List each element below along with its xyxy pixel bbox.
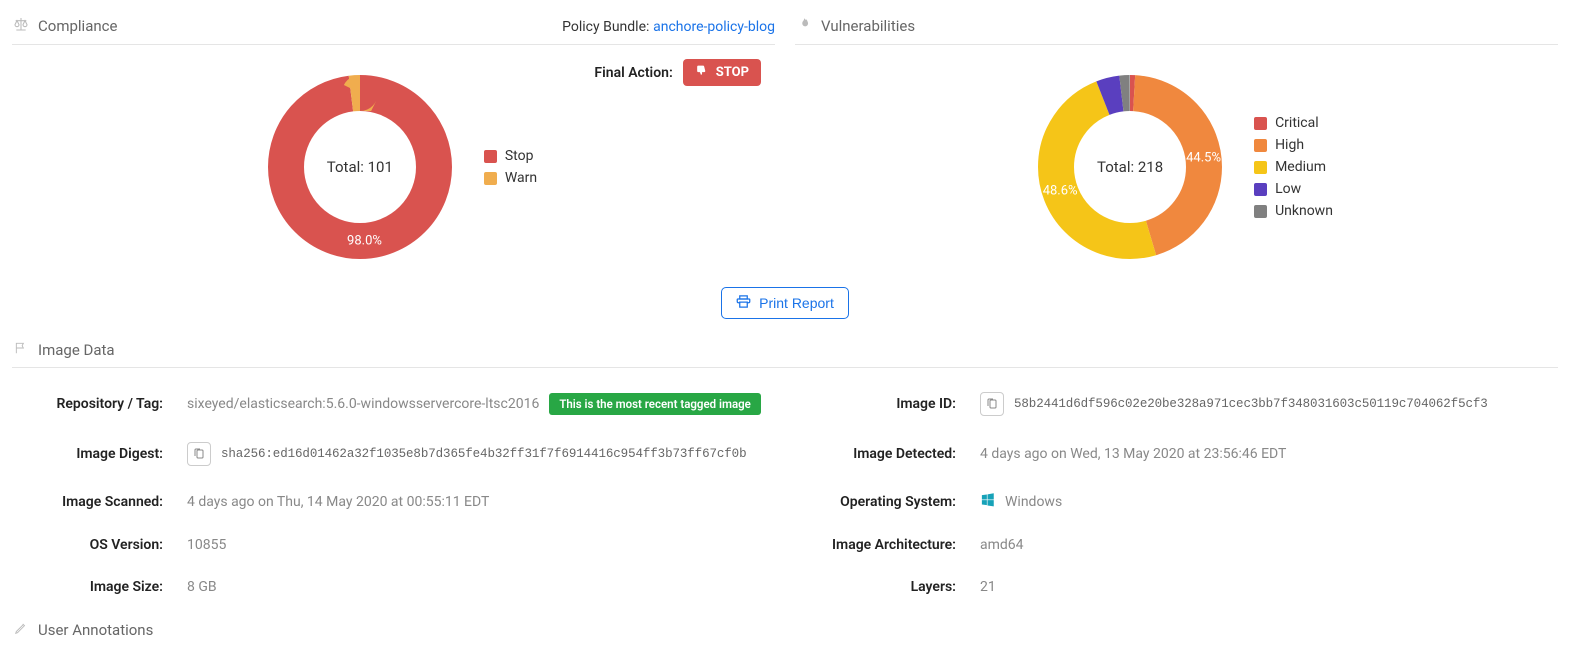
legend-label-medium: Medium	[1275, 159, 1326, 175]
value-scanned: 4 days ago on Thu, 14 May 2020 at 00:55:…	[187, 494, 489, 510]
swatch-high	[1254, 139, 1267, 152]
copy-image-id-button[interactable]	[980, 392, 1004, 416]
policy-bundle-label: Policy Bundle:	[562, 19, 649, 35]
vulnerabilities-panel: Vulnerabilities Total: 218 44.5%48.6% Cr…	[795, 10, 1558, 283]
vulnerabilities-header: Vulnerabilities	[795, 10, 1558, 45]
thumbs-down-icon	[695, 64, 708, 81]
compliance-title: Compliance	[38, 17, 117, 35]
legend-item-low: Low	[1254, 181, 1333, 197]
label-size: Image Size:	[12, 579, 187, 595]
swatch-medium	[1254, 161, 1267, 174]
value-layers: 21	[980, 579, 996, 595]
swatch-unknown	[1254, 205, 1267, 218]
compliance-chart-area: Final Action: STOP Total: 101 98.0% Stop	[12, 45, 775, 283]
row-repo-tag: Repository / Tag: sixeyed/elasticsearch:…	[12, 392, 765, 416]
legend-item-unknown: Unknown	[1254, 203, 1333, 219]
swatch-low	[1254, 183, 1267, 196]
final-action-label: Final Action:	[594, 65, 672, 81]
compliance-header: Compliance Policy Bundle: anchore-policy…	[12, 10, 775, 45]
value-os: Windows	[1005, 494, 1062, 510]
label-detected: Image Detected:	[805, 446, 980, 462]
legend-item-warn: Warn	[484, 170, 537, 186]
label-digest: Image Digest:	[12, 446, 187, 462]
legend-item-stop: Stop	[484, 148, 537, 164]
scale-icon	[12, 16, 30, 36]
value-image-id: 58b2441d6df596c02e20be328a971cec3bb7f348…	[1014, 397, 1488, 411]
compliance-panel: Compliance Policy Bundle: anchore-policy…	[12, 10, 775, 283]
user-annotations-header: User Annotations	[12, 613, 1558, 647]
row-layers: Layers: 21	[805, 579, 1558, 595]
label-os: Operating System:	[805, 494, 980, 510]
flame-icon	[795, 16, 813, 36]
row-image-id: Image ID: 58b2441d6df596c02e20be328a971c…	[805, 392, 1558, 416]
label-arch: Image Architecture:	[805, 537, 980, 553]
image-data-grid: Repository / Tag: sixeyed/elasticsearch:…	[12, 368, 1558, 613]
legend-item-medium: Medium	[1254, 159, 1333, 175]
value-size: 8 GB	[187, 579, 217, 595]
legend-label-stop: Stop	[505, 148, 534, 164]
vulnerabilities-chart-area: Total: 218 44.5%48.6% Critical High Medi…	[795, 45, 1558, 283]
image-data-title: Image Data	[38, 341, 115, 359]
vulnerabilities-title: Vulnerabilities	[821, 17, 915, 35]
image-data-header: Image Data	[12, 333, 1558, 368]
policy-bundle-link[interactable]: anchore-policy-blog	[653, 19, 775, 35]
final-action-badge: STOP	[683, 59, 761, 86]
row-os: Operating System: Windows	[805, 492, 1558, 511]
value-detected: 4 days ago on Wed, 13 May 2020 at 23:56:…	[980, 446, 1286, 462]
value-osver: 10855	[187, 537, 226, 553]
row-size: Image Size: 8 GB	[12, 579, 765, 595]
row-detected: Image Detected: 4 days ago on Wed, 13 Ma…	[805, 442, 1558, 466]
pencil-icon	[12, 621, 30, 639]
vulnerabilities-donut: Total: 218 44.5%48.6%	[1020, 57, 1240, 277]
windows-icon	[980, 492, 995, 511]
swatch-warn	[484, 172, 497, 185]
copy-digest-button[interactable]	[187, 442, 211, 466]
label-osver: OS Version:	[12, 537, 187, 553]
row-scanned: Image Scanned: 4 days ago on Thu, 14 May…	[12, 492, 765, 511]
row-digest: Image Digest: sha256:ed16d01462a32f1035e…	[12, 442, 765, 466]
value-arch: amd64	[980, 537, 1024, 553]
value-repo-tag: sixeyed/elasticsearch:5.6.0-windowsserve…	[187, 396, 539, 412]
row-arch: Image Architecture: amd64	[805, 537, 1558, 553]
print-report-button[interactable]: Print Report	[721, 287, 849, 319]
final-action: Final Action: STOP	[594, 59, 761, 86]
legend-label-low: Low	[1275, 181, 1301, 197]
legend-item-critical: Critical	[1254, 115, 1333, 131]
legend-label-unknown: Unknown	[1275, 203, 1333, 219]
row-osver: OS Version: 10855	[12, 537, 765, 553]
vulnerabilities-legend: Critical High Medium Low Unknown	[1254, 115, 1333, 219]
legend-label-high: High	[1275, 137, 1304, 153]
swatch-critical	[1254, 117, 1267, 130]
label-repo-tag: Repository / Tag:	[12, 396, 187, 412]
print-report-label: Print Report	[759, 295, 834, 311]
swatch-stop	[484, 150, 497, 163]
flag-icon	[12, 341, 30, 359]
value-digest: sha256:ed16d01462a32f1035e8b7d365fe4b32f…	[221, 447, 747, 461]
most-recent-badge: This is the most recent tagged image	[549, 393, 761, 415]
final-action-value: STOP	[716, 65, 749, 80]
compliance-donut: Total: 101 98.0%	[250, 57, 470, 277]
compliance-legend: Stop Warn	[484, 148, 537, 186]
legend-item-high: High	[1254, 137, 1333, 153]
legend-label-critical: Critical	[1275, 115, 1319, 131]
legend-label-warn: Warn	[505, 170, 537, 186]
label-scanned: Image Scanned:	[12, 494, 187, 510]
user-annotations-title: User Annotations	[38, 621, 153, 639]
printer-icon	[736, 294, 751, 312]
label-layers: Layers:	[805, 579, 980, 595]
label-image-id: Image ID:	[805, 396, 980, 412]
